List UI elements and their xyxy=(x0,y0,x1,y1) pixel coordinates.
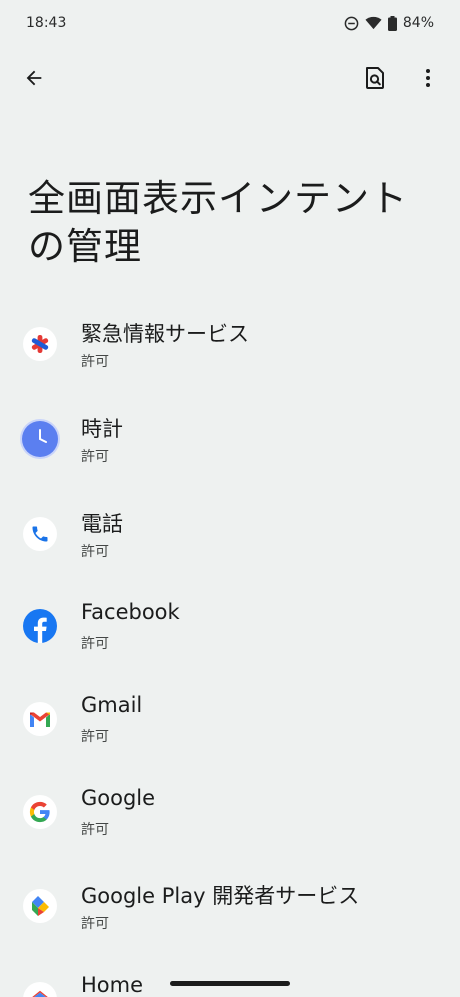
gmail-icon xyxy=(23,702,57,736)
gesture-nav-handle[interactable] xyxy=(170,981,290,986)
app-status: 許可 xyxy=(81,636,109,652)
wifi-icon xyxy=(365,16,382,30)
app-name: 緊急情報サービス xyxy=(81,322,249,346)
app-status: 許可 xyxy=(81,449,109,465)
app-status: 許可 xyxy=(81,354,109,370)
google-icon xyxy=(23,795,57,829)
app-status: 許可 xyxy=(81,822,109,838)
app-name: Google Play 開発者サービス xyxy=(81,884,360,908)
play-services-icon xyxy=(23,889,57,923)
app-name: 時計 xyxy=(81,417,123,441)
battery-percent: 84% xyxy=(402,15,434,31)
list-item-facebook[interactable]: Facebook 許可 xyxy=(0,592,460,662)
list-item-gmail[interactable]: Gmail 許可 xyxy=(0,685,460,755)
dnd-icon xyxy=(344,16,359,30)
battery-icon xyxy=(387,15,397,31)
arrow-back-icon xyxy=(26,70,42,86)
list-item-clock[interactable]: 時計 許可 xyxy=(0,405,460,475)
app-name: Home xyxy=(81,973,144,997)
app-status: 許可 xyxy=(81,544,109,560)
app-status: 許可 xyxy=(81,729,109,745)
list-item-play-services[interactable]: Google Play 開発者サービス 許可 xyxy=(0,872,460,942)
app-name: Google xyxy=(81,786,156,810)
app-name: Gmail xyxy=(81,693,143,717)
page-title-line1: 全画面表示インテント xyxy=(28,177,408,220)
facebook-icon xyxy=(23,609,57,643)
status-icons: 84% xyxy=(344,15,434,31)
clock-icon xyxy=(22,421,58,457)
page-title: 全画面表示インテント の管理 xyxy=(28,175,438,271)
home-icon xyxy=(23,982,57,997)
more-options-button[interactable] xyxy=(408,58,448,98)
search-settings-icon xyxy=(366,67,384,89)
page-title-line2: の管理 xyxy=(28,225,142,268)
toolbar xyxy=(0,52,460,104)
back-button[interactable] xyxy=(14,58,54,98)
app-name: Facebook xyxy=(81,600,180,624)
list-item-phone[interactable]: 電話 許可 xyxy=(0,500,460,570)
app-status: 許可 xyxy=(81,916,109,932)
status-time: 18:43 xyxy=(26,15,67,31)
list-item-google[interactable]: Google 許可 xyxy=(0,778,460,848)
more-vert-icon xyxy=(426,69,430,87)
phone-icon xyxy=(23,517,57,551)
app-name: 電話 xyxy=(81,512,123,536)
search-settings-button[interactable] xyxy=(355,58,395,98)
list-item-emergency-info[interactable]: 緊急情報サービス 許可 xyxy=(0,310,460,380)
emergency-info-icon xyxy=(23,327,57,361)
status-bar: 18:43 84% xyxy=(0,0,460,46)
